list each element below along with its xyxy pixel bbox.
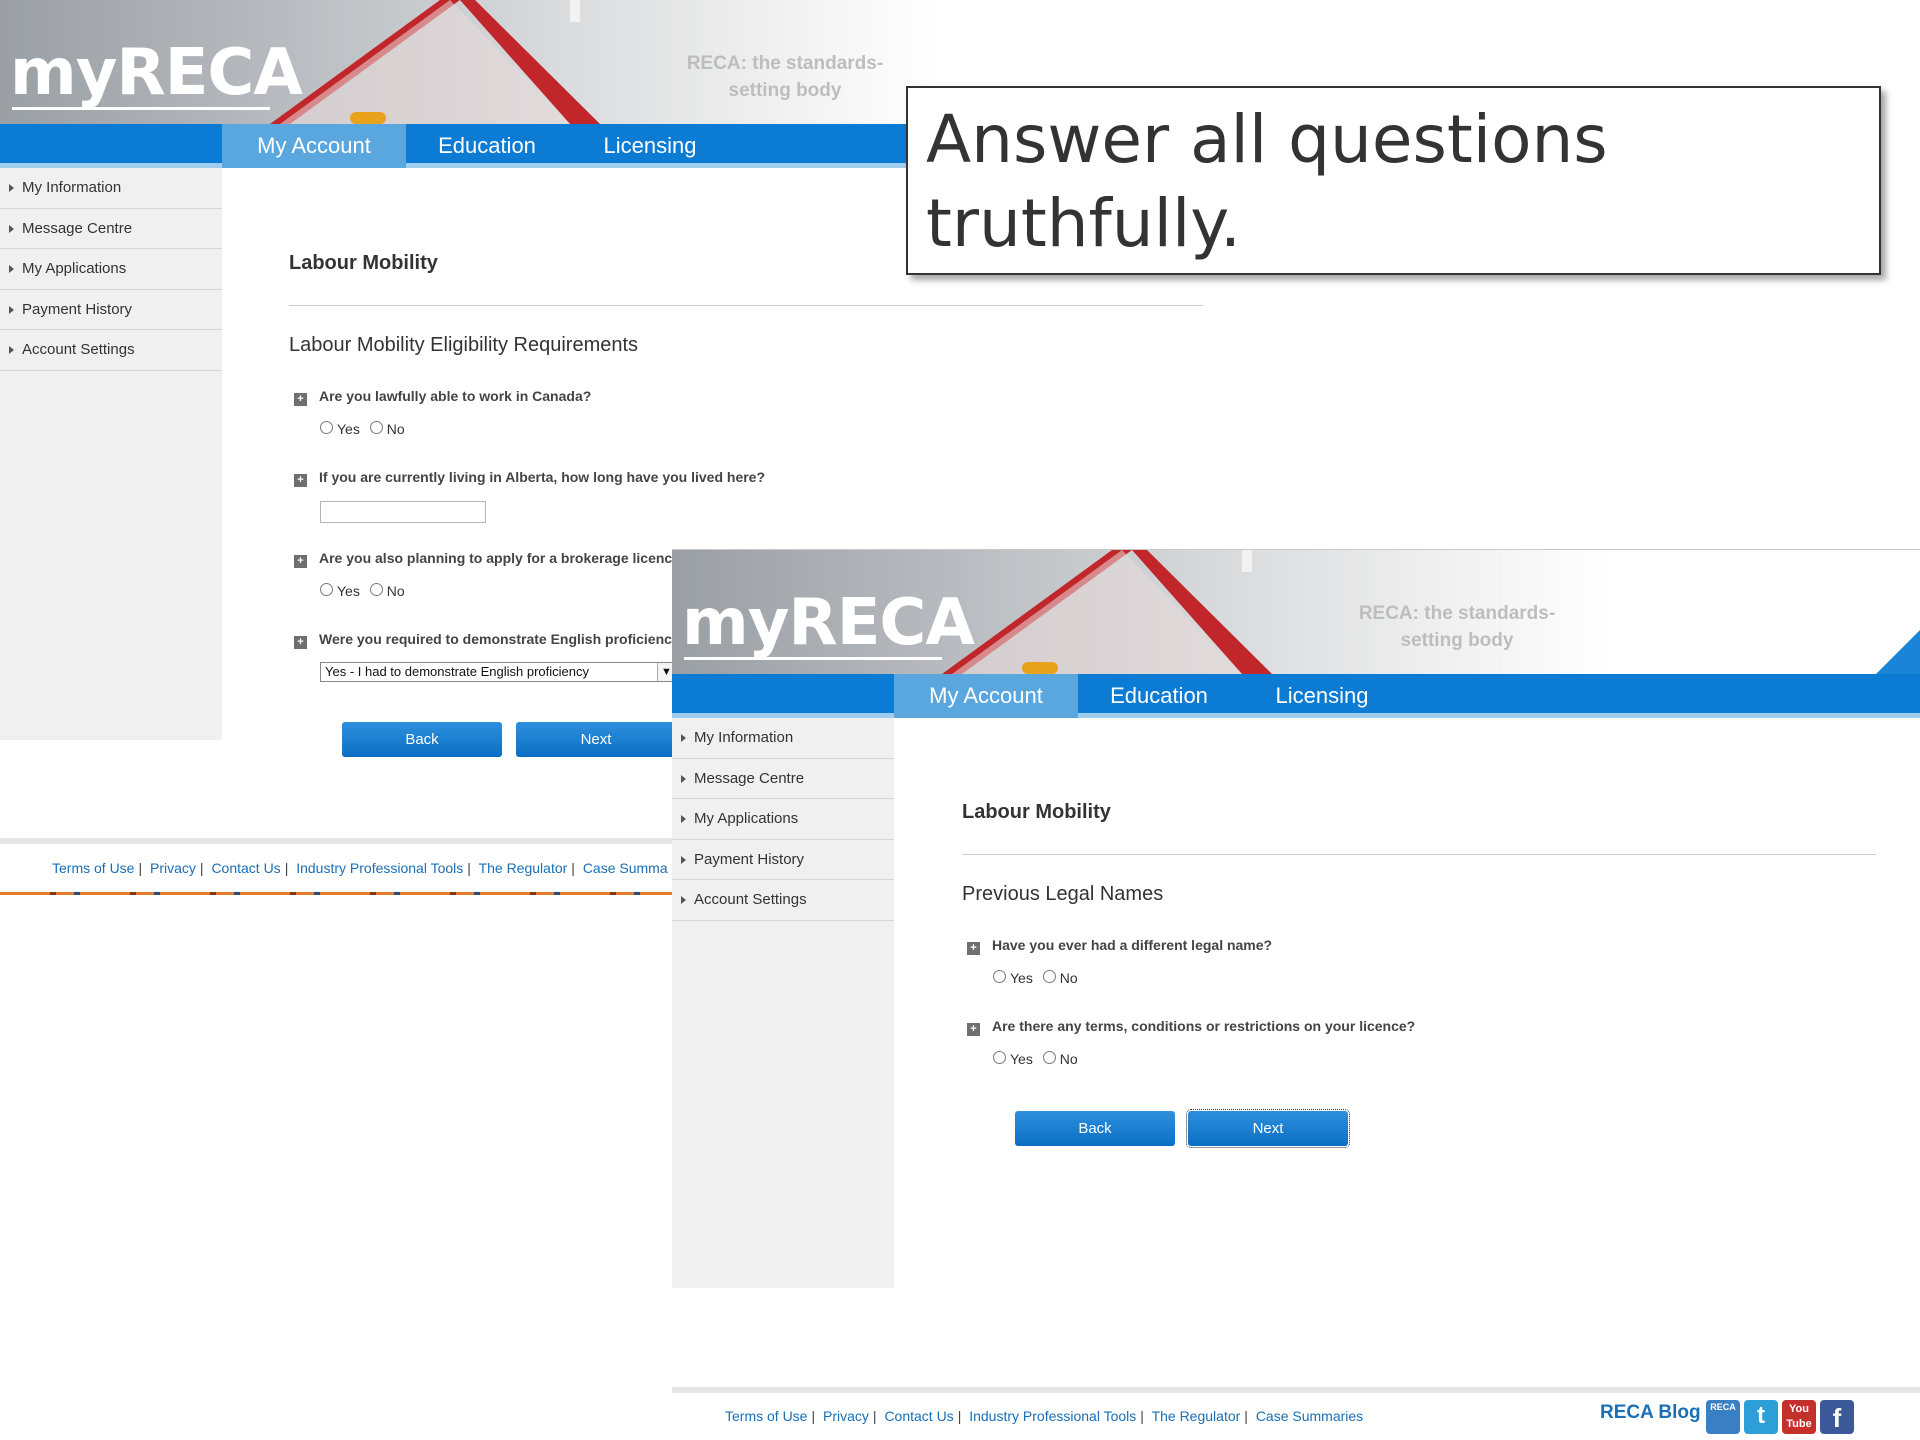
radio-yes[interactable] [993, 970, 1006, 983]
footer-link-case-summaries[interactable]: Case Summa [583, 860, 668, 876]
footer-links: Terms of Use | Privacy | Contact Us | Indus… [725, 1408, 1364, 1424]
radio-yes[interactable] [993, 1051, 1006, 1064]
caret-right-icon [9, 346, 14, 354]
tab-licensing[interactable]: Licensing [1250, 674, 1394, 718]
myreca-logo[interactable]: myRECA [10, 36, 303, 110]
tab-my-account[interactable]: My Account [894, 674, 1078, 718]
footer-link-contact[interactable]: Contact Us [211, 860, 280, 876]
radio-yes[interactable] [320, 583, 333, 596]
sidebar-item-message-centre[interactable]: Message Centre [0, 209, 222, 249]
expand-icon[interactable]: + [294, 636, 307, 649]
footer-link-regulator[interactable]: The Regulator [1152, 1408, 1241, 1424]
tab-my-account[interactable]: My Account [222, 124, 406, 168]
youtube-icon[interactable]: You Tube [1782, 1400, 1816, 1434]
caret-right-icon [681, 815, 686, 823]
divider [289, 305, 1203, 306]
twitter-icon[interactable]: t [1744, 1400, 1778, 1434]
footer-link-privacy[interactable]: Privacy [823, 1408, 869, 1424]
tab-licensing[interactable]: Licensing [578, 124, 722, 168]
question-english-proficiency: + Were you required to demonstrate Englis… [294, 631, 680, 649]
footer-link-regulator[interactable]: The Regulator [479, 860, 568, 876]
caret-right-icon [9, 184, 14, 192]
house-roof-image [942, 550, 1272, 674]
back-button[interactable]: Back [1015, 1111, 1175, 1146]
sidebar: My Information Message Centre My Applica… [672, 718, 894, 1288]
sidebar-item-my-information[interactable]: My Information [672, 718, 894, 759]
sidebar: My Information Message Centre My Applica… [0, 168, 222, 740]
section-title: Previous Legal Names [962, 883, 1164, 905]
callout-text: Answer all questions truthfully. [926, 101, 1608, 262]
caret-right-icon [9, 265, 14, 273]
tagline: RECA: the standards-setting body [686, 53, 884, 101]
footer-link-industry-tools[interactable]: Industry Professional Tools [969, 1408, 1136, 1424]
myreca-logo[interactable]: myRECA [682, 586, 975, 660]
radio-yes[interactable] [320, 421, 333, 434]
footer-band [672, 1387, 1920, 1393]
footer-link-terms[interactable]: Terms of Use [725, 1408, 807, 1424]
header-banner: myRECA RECA: the standards-setting body [672, 550, 1920, 674]
expand-icon[interactable]: + [294, 393, 307, 406]
expand-icon[interactable]: + [967, 942, 980, 955]
question-lawfully-work: + Are you lawfully able to work in Canada… [294, 388, 591, 406]
main-nav: My Account Education Licensing [672, 674, 1920, 718]
screenshot-previous-legal-names: myRECA RECA: the standards-setting body … [672, 550, 1920, 1440]
footer-link-privacy[interactable]: Privacy [150, 860, 196, 876]
page-title: Labour Mobility [289, 252, 438, 274]
caret-right-icon [9, 224, 14, 233]
reca-blog-link[interactable]: RECA Blog [1600, 1402, 1701, 1424]
footer-link-contact[interactable]: Contact Us [884, 1408, 953, 1424]
logo-underline [12, 107, 270, 110]
section-title: Labour Mobility Eligibility Requirements [289, 334, 639, 356]
sidebar-item-payment-history[interactable]: Payment History [0, 290, 222, 330]
radio-group-brokerage-licence: Yes No [320, 583, 411, 599]
tagline: RECA: the standards-setting body [1358, 603, 1556, 651]
caret-right-icon [681, 734, 686, 742]
sidebar-item-message-centre[interactable]: Message Centre [672, 759, 894, 799]
years-in-alberta-input[interactable] [320, 501, 486, 523]
sidebar-item-account-settings[interactable]: Account Settings [0, 330, 222, 371]
question-years-in-alberta: + If you are currently living in Alberta,… [294, 469, 765, 487]
question-brokerage-licence: + Are you also planning to apply for a br… [294, 550, 680, 568]
sidebar-item-account-settings[interactable]: Account Settings [672, 880, 894, 921]
caret-right-icon [9, 305, 14, 314]
house-roof-image [270, 0, 600, 124]
expand-icon[interactable]: + [967, 1023, 980, 1036]
english-proficiency-select[interactable]: Yes - I had to demonstrate English profi… [320, 662, 676, 682]
next-button[interactable]: Next [516, 722, 676, 757]
expand-icon[interactable]: + [294, 555, 307, 568]
tab-education[interactable]: Education [1078, 674, 1240, 718]
caret-right-icon [681, 855, 686, 864]
footer-link-terms[interactable]: Terms of Use [52, 860, 134, 876]
sidebar-item-my-information[interactable]: My Information [0, 168, 222, 209]
divider [962, 854, 1876, 855]
radio-no[interactable] [1042, 1051, 1056, 1064]
expand-icon[interactable]: + [294, 474, 307, 487]
question-different-legal-name: + Have you ever had a different legal nam… [967, 937, 1272, 955]
sidebar-item-my-applications[interactable]: My Applications [672, 799, 894, 840]
radio-no[interactable] [369, 421, 383, 434]
banner-corner [1876, 630, 1920, 674]
footer-links: Terms of Use | Privacy | Contact Us | Indus… [52, 860, 668, 876]
radio-group-lawfully-work: Yes No [320, 421, 411, 437]
page-title: Labour Mobility [962, 801, 1111, 823]
instruction-callout: Answer all questions truthfully. [906, 86, 1881, 275]
radio-no[interactable] [369, 583, 383, 596]
footer-link-case-summaries[interactable]: Case Summaries [1256, 1408, 1363, 1424]
caret-right-icon [681, 896, 686, 904]
radio-no[interactable] [1042, 970, 1056, 983]
facebook-icon[interactable]: f [1820, 1400, 1854, 1434]
tab-education[interactable]: Education [406, 124, 568, 168]
question-licence-restrictions: + Are there any terms, conditions or rest… [967, 1018, 1415, 1036]
sidebar-item-payment-history[interactable]: Payment History [672, 840, 894, 880]
back-button[interactable]: Back [342, 722, 502, 757]
reca-blog-icon[interactable]: RECA [1706, 1400, 1740, 1434]
radio-group-licence-restrictions: Yes No [993, 1051, 1084, 1067]
sidebar-item-my-applications[interactable]: My Applications [0, 249, 222, 290]
footer-link-industry-tools[interactable]: Industry Professional Tools [296, 860, 463, 876]
logo-underline [684, 657, 942, 660]
next-button[interactable]: Next [1186, 1109, 1350, 1148]
caret-right-icon [681, 774, 686, 783]
radio-group-different-legal-name: Yes No [993, 970, 1084, 986]
